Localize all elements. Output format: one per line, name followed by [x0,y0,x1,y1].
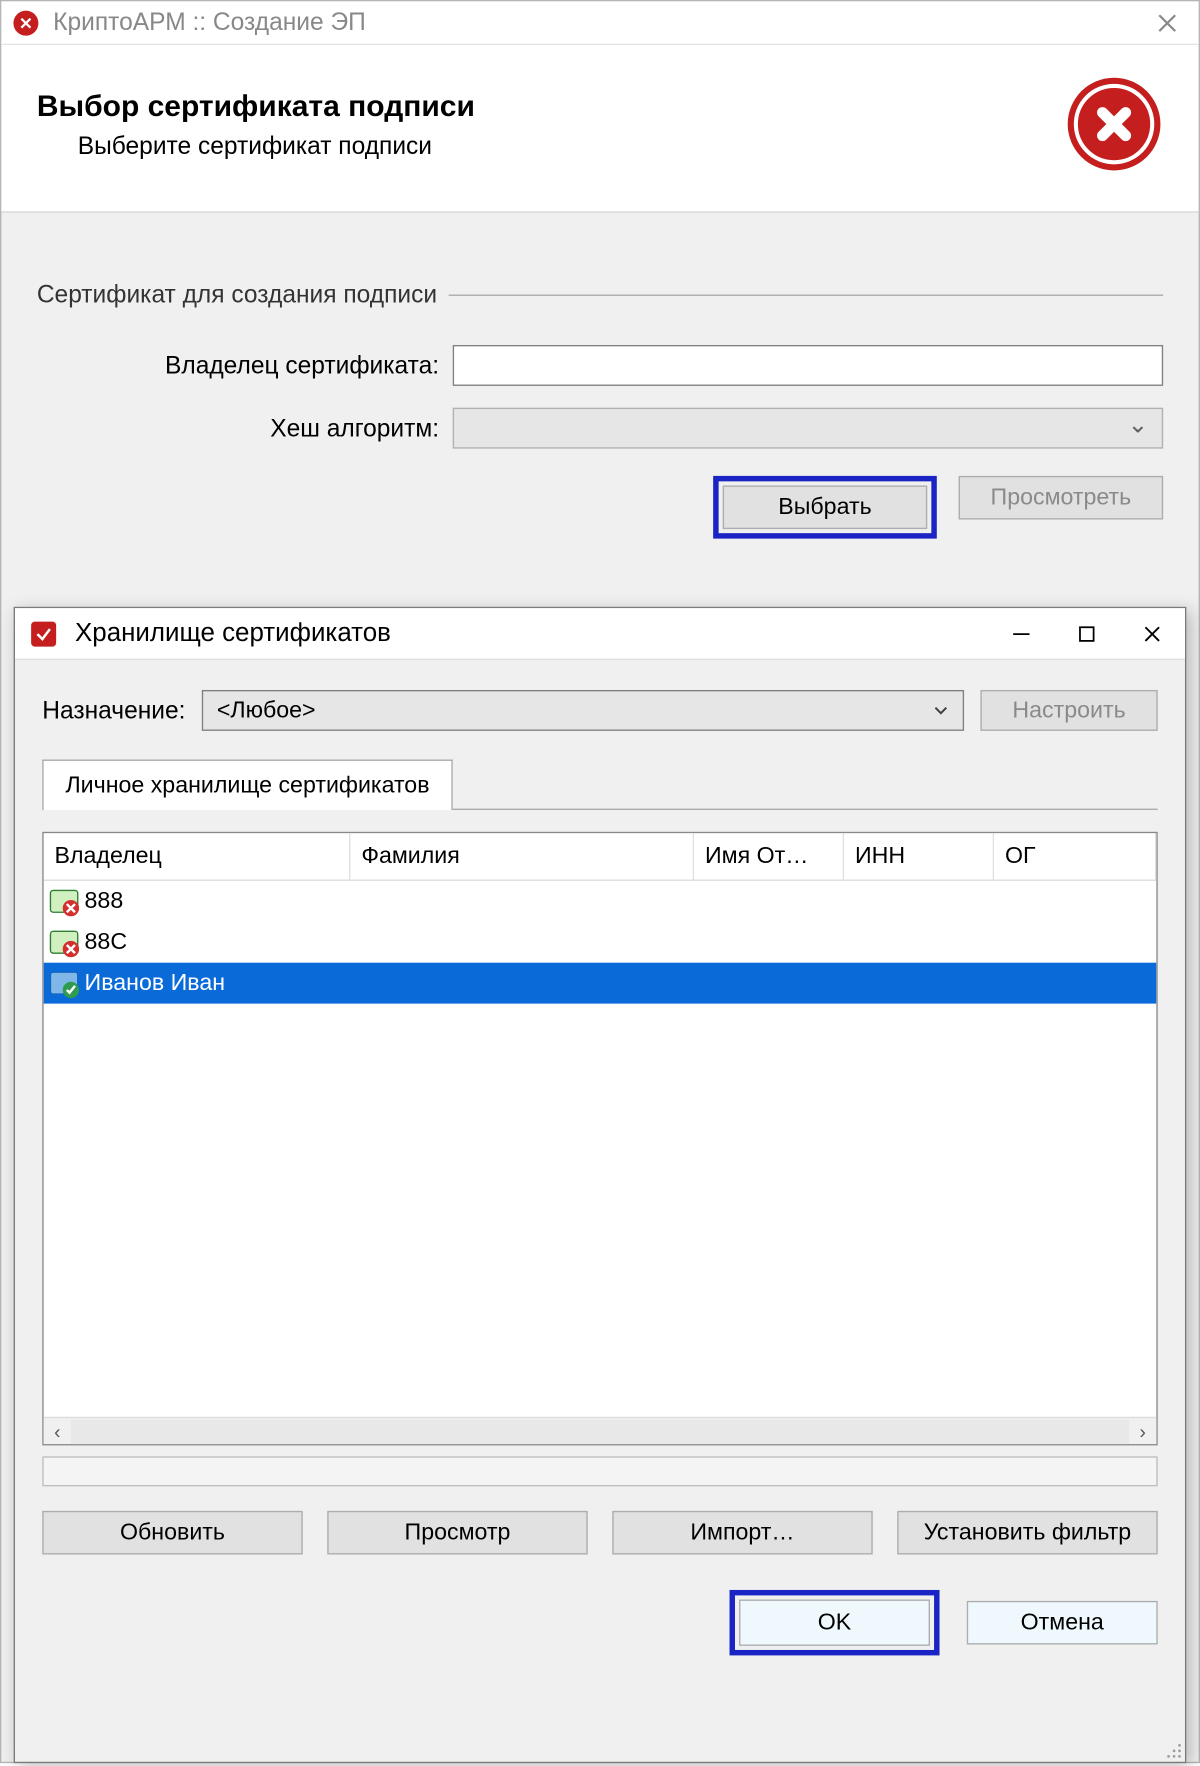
cert-valid-icon [49,968,79,998]
maximize-button[interactable] [1054,608,1119,660]
cert-owner-field[interactable] [453,345,1163,386]
cert-invalid-icon [49,927,79,957]
view-cert-button[interactable]: Просмотреть [959,476,1164,520]
configure-button[interactable]: Настроить [980,690,1157,731]
refresh-button[interactable]: Обновить [42,1511,302,1555]
column-header-name[interactable]: Имя От… [694,833,844,879]
cert-row[interactable]: 888 [44,881,1157,922]
main-close-button[interactable] [1136,1,1199,45]
horizontal-scrollbar[interactable]: ‹ › [44,1417,1157,1444]
ok-button-highlight: OK [730,1590,940,1655]
hash-algo-dropdown[interactable] [453,408,1163,449]
column-header-owner[interactable]: Владелец [44,833,351,879]
close-button[interactable] [1120,608,1185,660]
select-button-highlight: Выбрать [713,476,937,539]
main-window-title: КриптоАРМ :: Создание ЭП [53,8,366,37]
column-header-surname[interactable]: Фамилия [350,833,694,879]
set-filter-button[interactable]: Установить фильтр [897,1511,1157,1555]
hash-algo-label: Хеш алгоритм: [37,414,453,443]
page-title: Выбор сертификата подписи [37,88,475,123]
store-app-icon [29,618,59,648]
chevron-down-icon [930,700,952,722]
cert-owner-cell: 88C [85,929,128,956]
main-titlebar[interactable]: КриптоАРМ :: Создание ЭП [1,1,1198,45]
page-subtitle: Выберите сертификат подписи [78,132,475,161]
cancel-button[interactable]: Отмена [967,1601,1158,1645]
minimize-button[interactable] [989,608,1054,660]
cert-row[interactable]: 88C [44,922,1157,963]
main-header: Выбор сертификата подписи Выберите серти… [1,45,1198,213]
store-window-title: Хранилище сертификатов [75,618,391,648]
resize-grip-icon[interactable] [1163,1740,1182,1759]
column-header-inn[interactable]: ИНН [844,833,994,879]
cryptoarm-logo-icon [1065,75,1163,173]
cert-owner-label: Владелец сертификата: [37,351,453,380]
cert-owner-cell: Иванов Иван [85,970,225,997]
scroll-left-icon[interactable]: ‹ [44,1417,71,1444]
view-button[interactable]: Просмотр [327,1511,587,1555]
cert-invalid-icon [49,886,79,916]
app-icon [12,9,39,36]
import-button[interactable]: Импорт… [612,1511,872,1555]
purpose-value: <Любое> [217,697,316,724]
purpose-dropdown[interactable]: <Любое> [202,690,964,731]
cert-listview[interactable]: Владелец Фамилия Имя От… ИНН ОГ 888 88C Ив… [42,832,1157,1446]
column-header-ogrn[interactable]: ОГ [994,833,1156,879]
store-titlebar[interactable]: Хранилище сертификатов [15,608,1185,660]
cert-store-dialog: Хранилище сертификатов Назначение: <Любо… [14,607,1187,1763]
purpose-label: Назначение: [42,696,185,725]
scroll-right-icon[interactable]: › [1129,1417,1156,1444]
tabstrip: Личное хранилище сертификатов [42,758,1157,810]
signing-cert-legend: Сертификат для создания подписи [37,281,1163,310]
tab-personal-store[interactable]: Личное хранилище сертификатов [42,760,452,810]
cert-row[interactable]: Иванов Иван [44,963,1157,1004]
ok-button[interactable]: OK [739,1600,930,1646]
status-bar [42,1456,1157,1486]
select-cert-button[interactable]: Выбрать [723,485,928,529]
cert-owner-cell: 888 [85,888,124,915]
